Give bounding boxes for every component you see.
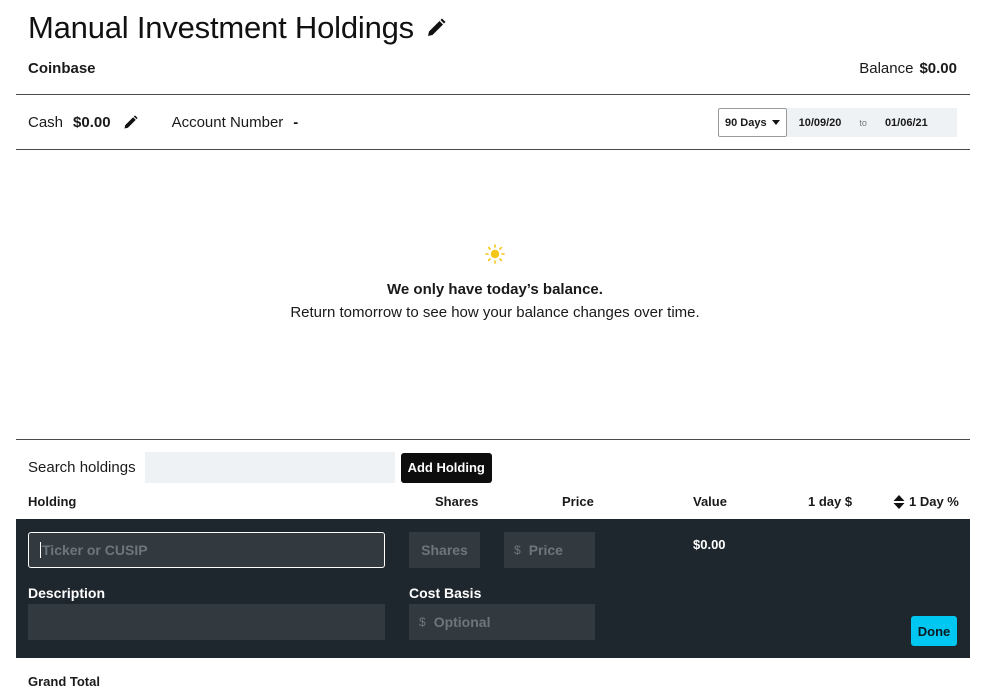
grand-total-label: Grand Total xyxy=(28,674,100,689)
date-range: 90 Days 10/09/20 to 01/06/21 xyxy=(718,108,957,137)
account-number-label: Account Number xyxy=(171,113,284,131)
search-holdings-input[interactable] xyxy=(144,452,395,483)
cash-row: Cash $0.00 Account Number - xyxy=(28,108,298,136)
shares-placeholder: Shares xyxy=(421,542,468,558)
holdings-search-row: Search holdings Add Holding xyxy=(28,452,492,483)
cost-basis-input[interactable]: $ Optional xyxy=(409,604,595,640)
cost-currency: $ xyxy=(419,615,426,629)
chevron-down-icon xyxy=(771,120,780,125)
description-input[interactable] xyxy=(28,604,385,640)
balance-label: Balance xyxy=(859,60,914,77)
date-from[interactable]: 10/09/20 xyxy=(799,117,842,129)
account-name: Coinbase xyxy=(28,60,96,77)
price-input[interactable]: $ Price xyxy=(504,532,595,568)
balance: Balance $0.00 xyxy=(859,60,957,77)
cash-label: Cash xyxy=(28,113,64,131)
holding-editor-panel: Ticker or CUSIP Shares $ Price $0.00 Des… xyxy=(16,519,970,658)
range-dropdown-label: 90 Days xyxy=(725,116,767,129)
column-header-1day-pct[interactable]: 1 Day % xyxy=(893,494,959,509)
empty-state-subtitle: Return tomorrow to see how your balance … xyxy=(290,304,700,321)
range-dropdown[interactable]: 90 Days xyxy=(718,108,787,137)
description-label: Description xyxy=(28,585,106,601)
edit-cash-pencil-icon[interactable] xyxy=(123,114,138,130)
ticker-input[interactable]: Ticker or CUSIP xyxy=(28,532,385,568)
date-to[interactable]: 01/06/21 xyxy=(885,117,928,129)
account-row: Coinbase Balance $0.00 xyxy=(28,60,957,77)
divider xyxy=(16,439,970,440)
divider xyxy=(16,94,970,95)
text-cursor xyxy=(40,542,41,558)
sort-icon xyxy=(893,494,905,509)
column-header-1day-dollar[interactable]: 1 day $ xyxy=(808,494,852,509)
divider xyxy=(16,149,970,150)
date-range-box[interactable]: 10/09/20 to 01/06/21 xyxy=(786,108,957,137)
add-holding-button[interactable]: Add Holding xyxy=(400,452,492,483)
balance-value: $0.00 xyxy=(919,60,957,77)
cost-placeholder: Optional xyxy=(433,614,491,630)
holding-value: $0.00 xyxy=(693,537,726,552)
page-title: Manual Investment Holdings xyxy=(28,10,414,45)
column-header-price[interactable]: Price xyxy=(562,494,594,509)
column-header-shares[interactable]: Shares xyxy=(435,494,478,509)
done-button[interactable]: Done xyxy=(911,616,957,646)
sun-icon xyxy=(0,244,990,269)
shares-input[interactable]: Shares xyxy=(409,532,480,568)
account-number-value: - xyxy=(293,113,299,131)
price-placeholder: Price xyxy=(528,542,563,558)
pencil-icon[interactable] xyxy=(426,18,446,38)
cash-value: $0.00 xyxy=(73,113,111,131)
empty-state-title: We only have today’s balance. xyxy=(387,281,603,298)
title-row: Manual Investment Holdings xyxy=(28,10,446,46)
price-currency: $ xyxy=(514,543,521,557)
column-header-holding[interactable]: Holding xyxy=(28,494,76,509)
column-header-value[interactable]: Value xyxy=(693,494,727,509)
empty-state: We only have today’s balance. Return tom… xyxy=(0,244,990,321)
column-header-1day-pct-label: 1 Day % xyxy=(909,494,959,509)
search-holdings-label: Search holdings xyxy=(28,459,136,476)
date-to-separator: to xyxy=(859,117,867,128)
ticker-placeholder: Ticker or CUSIP xyxy=(42,542,148,558)
cost-basis-label: Cost Basis xyxy=(409,585,482,601)
